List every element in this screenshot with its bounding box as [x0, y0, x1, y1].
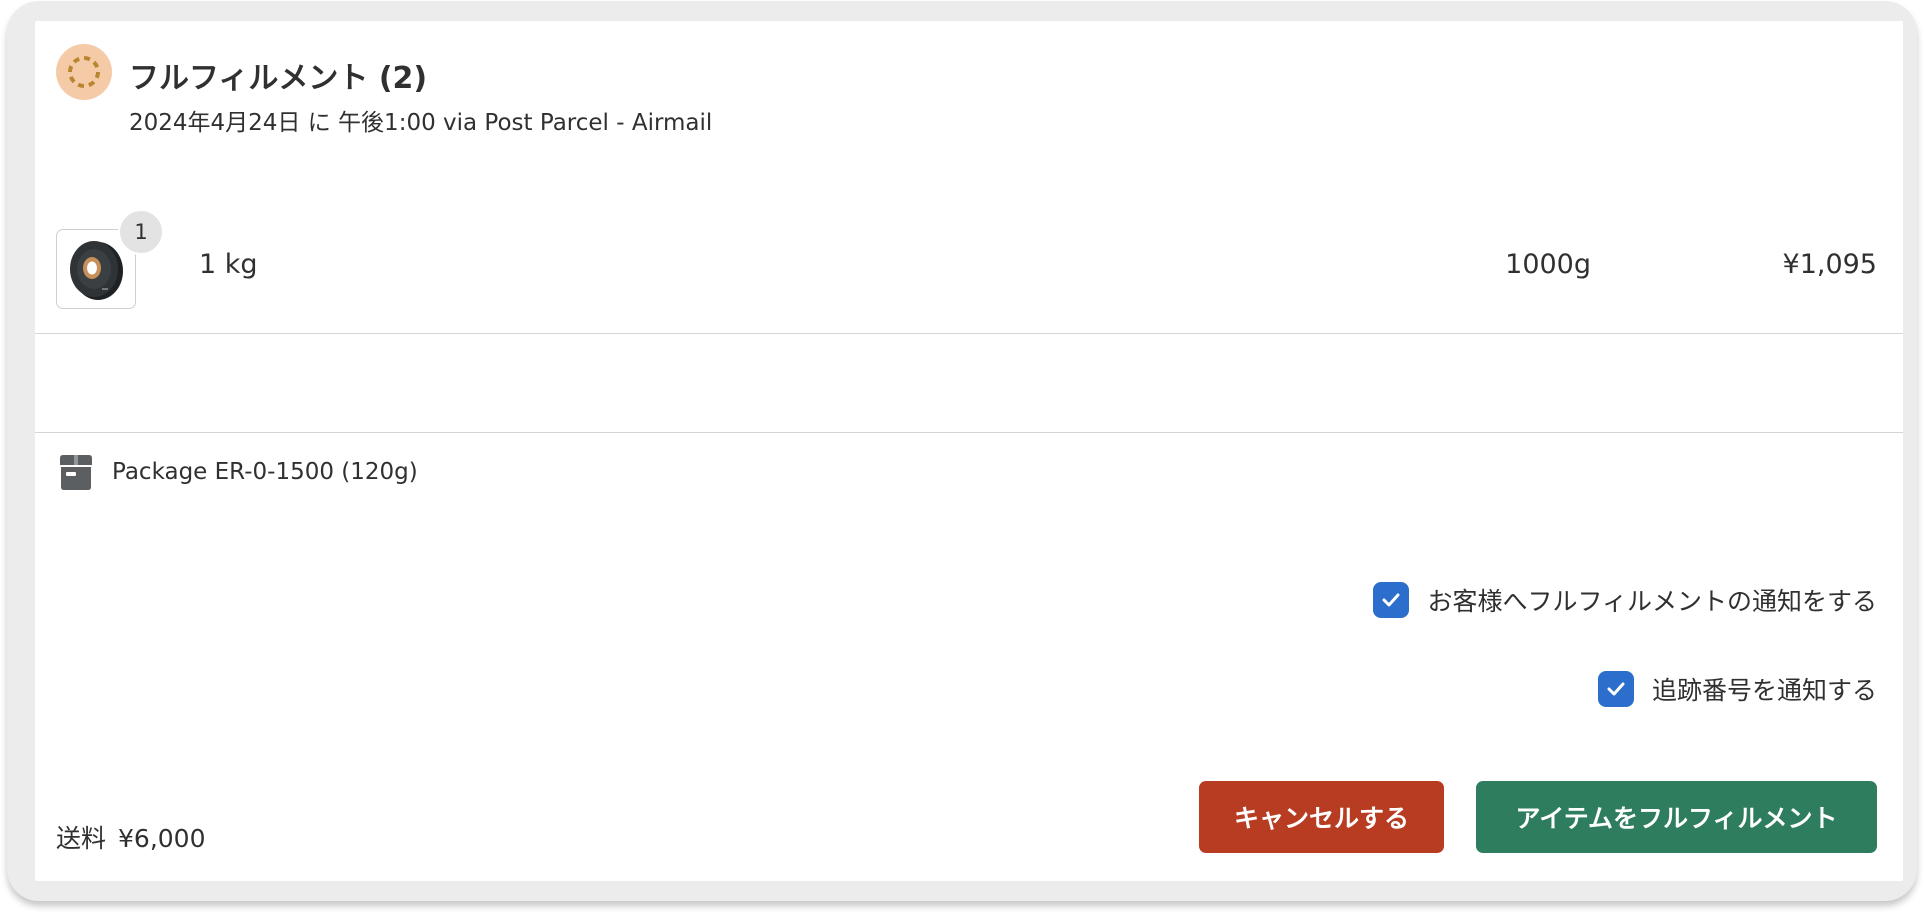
fulfill-items-button[interactable]: アイテムをフルフィルメント: [1476, 781, 1877, 853]
checkmark-icon: [1382, 593, 1400, 607]
notify-tracking-checkbox[interactable]: [1597, 671, 1634, 707]
package-icon: [57, 453, 95, 491]
notify-customer-option[interactable]: お客様へフルフィルメントの通知をする: [1373, 582, 1877, 618]
section-divider: [35, 333, 1903, 334]
notify-customer-label: お客様へフルフィルメントの通知をする: [1427, 587, 1877, 616]
fulfillment-panel-frame: フルフィルメント (2) 2024年4月24日 に 午後1:00 via Pos…: [7, 1, 1917, 901]
in-progress-icon: [56, 44, 112, 100]
notify-customer-checkbox[interactable]: [1373, 582, 1410, 618]
notify-tracking-option[interactable]: 追跡番号を通知する: [1597, 671, 1877, 707]
package-label: Package ER-0-1500 (120g): [112, 459, 418, 485]
shipping-cost: 送料 ¥6,000: [56, 819, 206, 855]
line-item-name[interactable]: 1 kg: [199, 249, 258, 280]
cancel-button[interactable]: キャンセルする: [1199, 781, 1444, 853]
quantity-badge: 1: [118, 209, 164, 255]
fulfillment-card: フルフィルメント (2) 2024年4月24日 に 午後1:00 via Pos…: [35, 21, 1903, 881]
fulfillment-subtitle: 2024年4月24日 に 午後1:00 via Post Parcel - Ai…: [129, 110, 713, 136]
notify-tracking-label: 追跡番号を通知する: [1651, 676, 1877, 705]
weight-plate-thumbnail: [70, 241, 123, 300]
section-divider: [35, 432, 1903, 433]
checkmark-icon: [1607, 682, 1625, 696]
line-item-price: ¥1,095: [1782, 249, 1877, 280]
line-item-weight: 1000g: [1505, 249, 1591, 280]
fulfillment-title: フルフィルメント (2): [129, 61, 428, 96]
shipping-label: 送料: [56, 824, 107, 853]
shipping-amount: ¥6,000: [118, 824, 206, 853]
